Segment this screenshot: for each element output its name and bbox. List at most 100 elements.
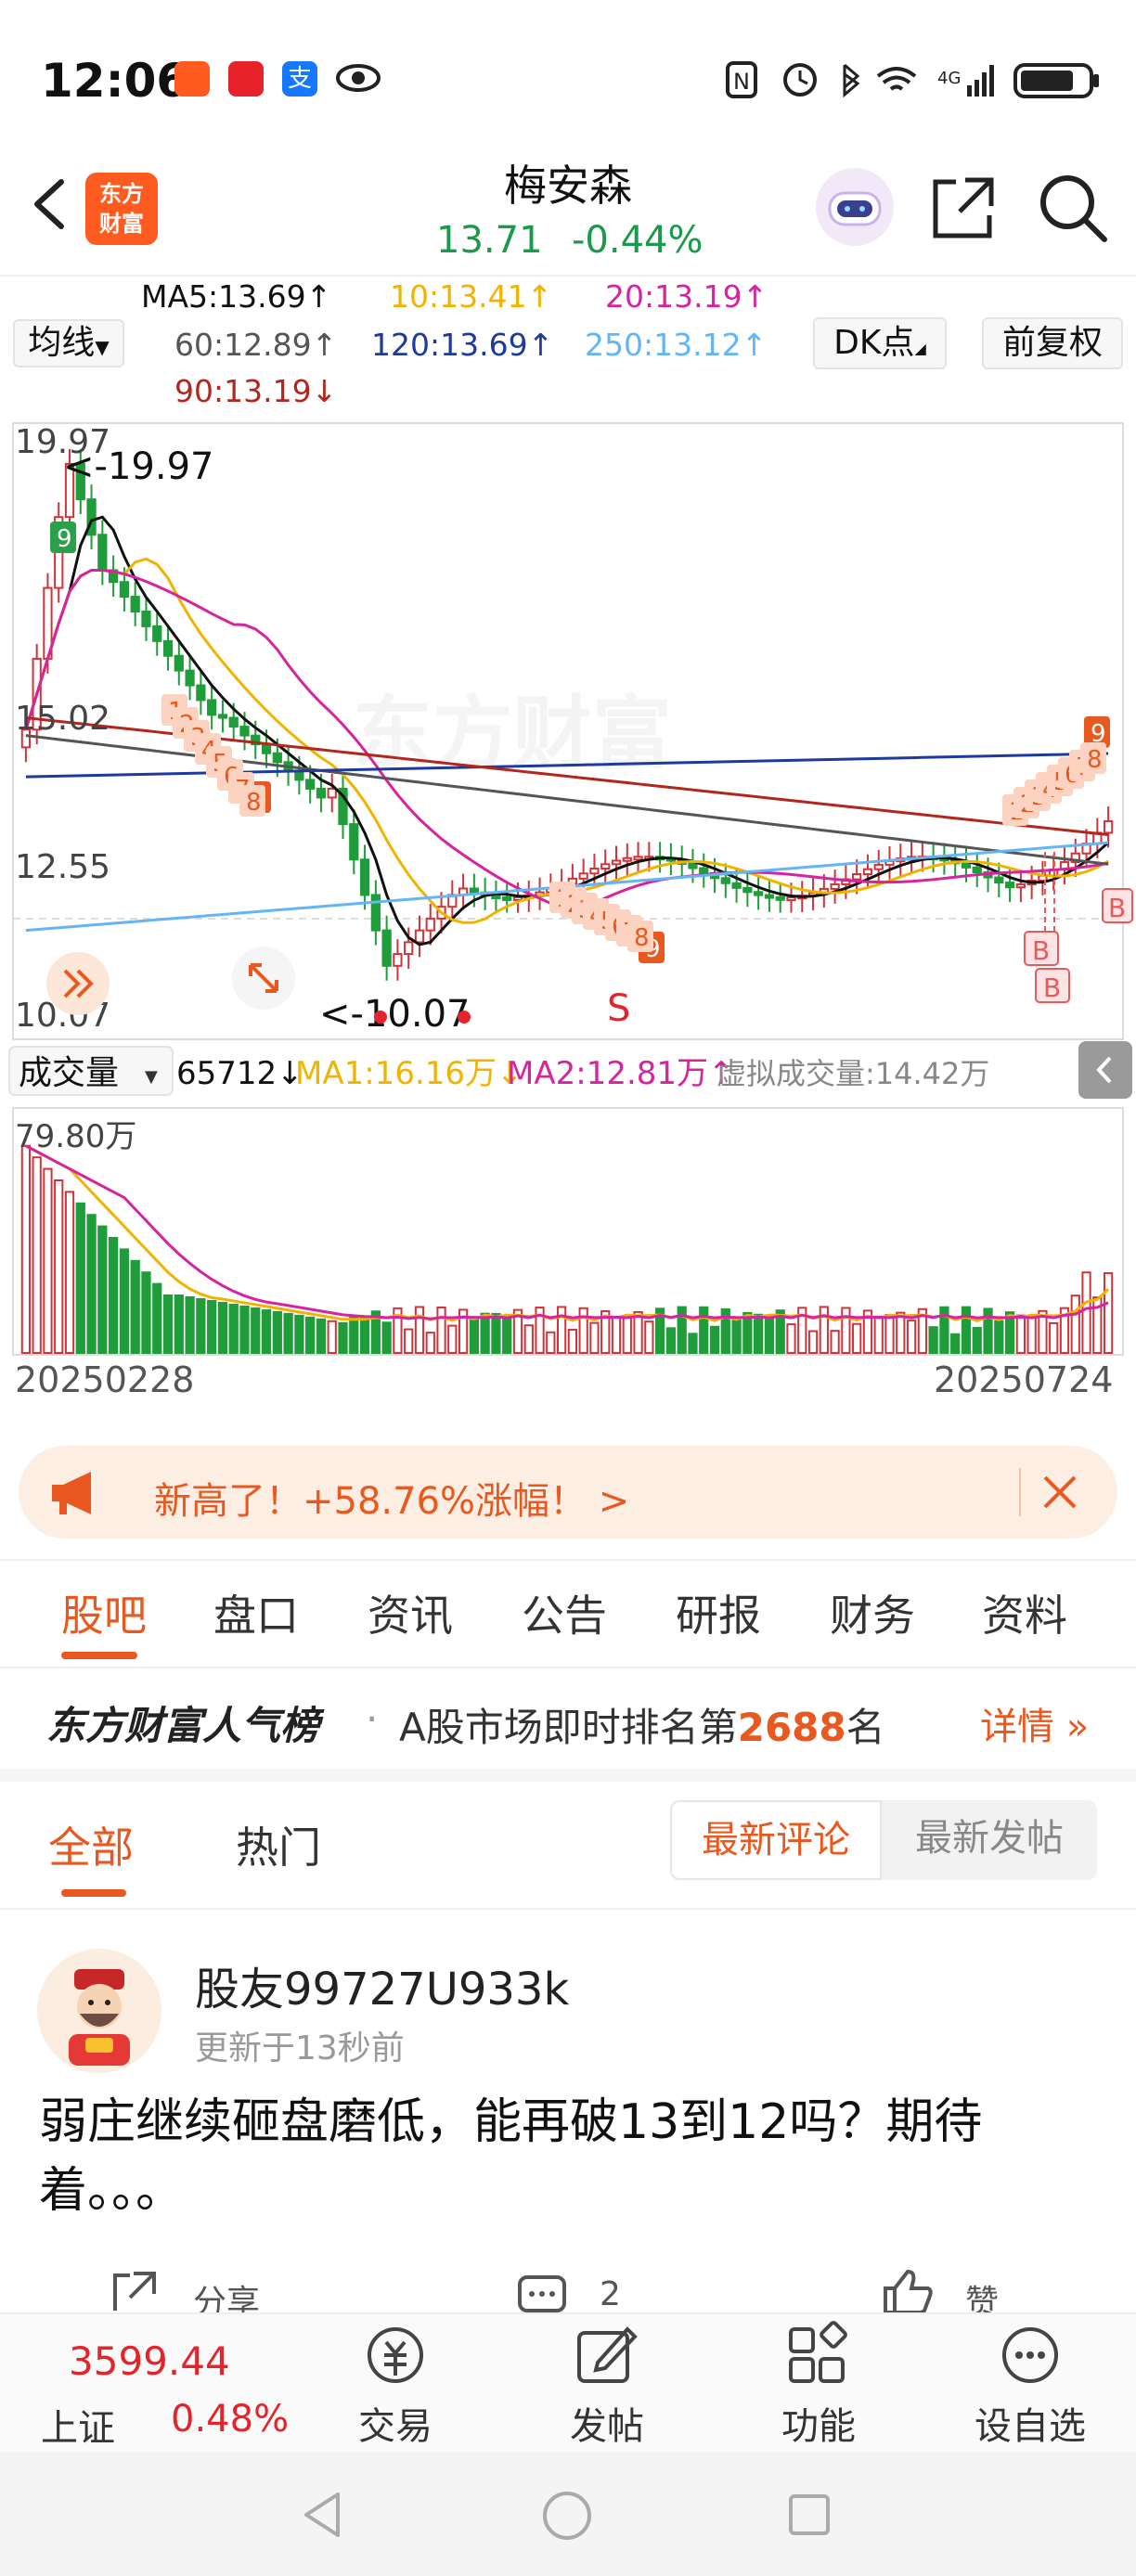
candle-body [141,611,151,627]
x-axis-end-date: 20250724 [934,1359,1113,1400]
ma5-value: MA5:13.69↑ [141,278,332,315]
candle-body [775,895,785,901]
function-grid-icon[interactable] [781,2320,856,2390]
tab-news[interactable]: 资讯 [368,1582,453,1643]
rank-prefix: A股市场即时排名第 [399,1705,738,1750]
candle-body [174,654,184,672]
candle-body [207,699,217,716]
candle-body [196,684,206,702]
index-name[interactable]: 上证 [41,2398,115,2452]
volume-bar [807,1330,819,1354]
td-marker-label: 8 [634,924,650,952]
volume-bar [633,1310,643,1354]
adjust-button[interactable]: 前复权 [982,317,1123,369]
system-recents-icon[interactable] [785,2491,833,2539]
ma-selector-label: 均线 [28,324,96,362]
tab-guba[interactable]: 股吧 [61,1582,147,1643]
tab-profile[interactable]: 资料 [982,1582,1067,1643]
volume-bar [239,1305,250,1354]
volume-bar [699,1306,709,1355]
game-notification-icon [228,61,264,97]
volume-bar [852,1322,862,1354]
ma-selector[interactable]: 均线▼ [13,319,124,367]
thumbs-up-icon[interactable] [882,2268,934,2314]
rank-details-link[interactable]: 详情 » [980,1696,1089,1750]
dk-point-label: DK点 [833,324,915,362]
share-icon[interactable] [928,173,999,243]
filter-all[interactable]: 全部 [48,1814,134,1875]
candle-body [731,882,742,889]
close-icon[interactable] [1039,1472,1080,1513]
volume-bar [754,1313,764,1354]
tab-pankou[interactable]: 盘口 [213,1582,299,1643]
volume-bar [97,1225,108,1354]
volume-bar [731,1319,742,1355]
avatar[interactable] [37,1949,161,2073]
volume-bar [983,1307,993,1354]
tab-announcements[interactable]: 公告 [522,1582,607,1643]
y-axis-label-1: 15.02 [15,700,110,738]
nav-watchlist[interactable]: 设自选 [956,2396,1104,2450]
ma120-value: 120:13.69↑ [371,327,554,363]
filter-hot[interactable]: 热门 [236,1814,321,1875]
banner-divider [1019,1468,1021,1516]
candle-body [469,887,479,894]
latest-comments-button[interactable]: 最新评论 [670,1800,882,1880]
comment-icon[interactable] [516,2273,568,2314]
search-icon[interactable] [1036,171,1110,245]
nav-trade[interactable]: 交易 [321,2396,470,2450]
candle-body [370,894,381,932]
volume-selector-label: 成交量 [19,1054,119,1092]
tab-research[interactable]: 研报 [676,1582,761,1643]
candle-body [185,669,195,687]
candle-body [1015,883,1026,889]
volume-bar [130,1259,140,1354]
index-change[interactable]: 0.48% [171,2398,289,2441]
latest-posts-button[interactable]: 最新发帖 [882,1800,1097,1880]
post-content[interactable]: 弱庄继续砸盘磨低，能再破13到12吗？期待着。。。 [39,2088,1097,2225]
rank-number: 2688 [737,1705,846,1750]
collapse-panel-button[interactable] [1078,1041,1132,1099]
volume-bar [316,1318,327,1354]
candle-body [162,639,174,657]
volume-bar [556,1306,567,1354]
volume-bar [1070,1294,1080,1355]
header-divider [0,275,1136,277]
volume-bar [961,1306,972,1354]
nav-function[interactable]: 功能 [744,2396,893,2450]
buy-signal-label: B [1043,972,1061,1003]
candle-body [633,856,643,861]
system-home-icon[interactable] [540,2489,594,2543]
volume-bar [611,1316,622,1354]
more-circle-icon[interactable] [993,2320,1067,2390]
volume-value: 65712↓ [176,1055,303,1092]
buy-signal-label: B [1108,893,1126,923]
compose-icon[interactable] [570,2320,644,2390]
dk-point-button[interactable]: DK点◢ [813,317,947,369]
ma250-value: 250:13.12↑ [585,327,768,363]
volume-bar [578,1307,588,1355]
td-marker-label: 8 [1087,746,1103,774]
candle-body [1103,819,1114,834]
nav-post[interactable]: 发帖 [533,2396,681,2450]
tab-finance[interactable]: 财务 [830,1582,915,1643]
kline-chart[interactable]: 东方财富 19.97 15.02 12.55 10.07 <-19.97 <-1… [0,418,1136,1401]
rank-details-label: 详情 [980,1706,1054,1748]
comment-count[interactable]: 2 [600,2275,621,2313]
app-notification-icon [174,61,210,97]
section-divider [0,1908,1136,1910]
trade-icon[interactable] [358,2320,432,2390]
volume-bar [228,1303,239,1354]
index-value[interactable]: 3599.44 [69,2338,230,2384]
virtual-volume: 虚拟成交量:14.42万 [716,1056,989,1091]
share-icon[interactable] [110,2270,158,2314]
system-back-icon[interactable] [299,2489,345,2541]
volume-bar [688,1333,698,1355]
y-axis-label-2: 12.55 [15,848,110,886]
volume-bar [644,1320,654,1354]
post-username[interactable]: 股友99727U933k [195,1952,569,2017]
candle-body [272,752,282,764]
candle-body [349,823,359,861]
robot-assistant-icon[interactable] [813,165,897,249]
candle-body [261,743,272,754]
